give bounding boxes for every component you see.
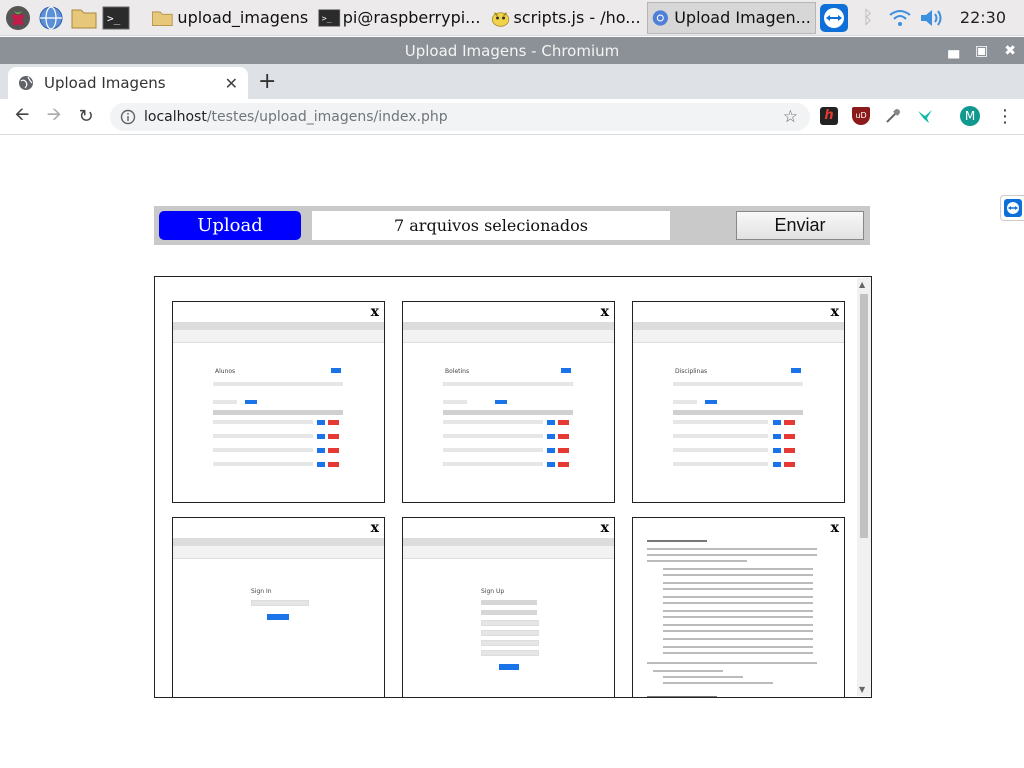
- window-titlebar: Upload Imagens - Chromium ▄ ▣ ✖: [0, 37, 1024, 64]
- file-manager-button[interactable]: [69, 3, 98, 33]
- globe-icon: [19, 76, 33, 90]
- screenshot-toolbar: [173, 546, 384, 559]
- preview-thumbnail: x: [632, 517, 845, 697]
- teamviewer-side-handle[interactable]: [1000, 195, 1024, 221]
- task-label: pi@raspberrypi...: [342, 8, 481, 27]
- screenshot-toolbar: [633, 330, 844, 343]
- task-label: Upload Imagen...: [674, 8, 811, 27]
- url-path: /testes/upload_imagens/index.php: [206, 109, 448, 125]
- screenshot-taskbar: [403, 538, 614, 546]
- gallery-scrollbar[interactable]: ▲ ▼: [857, 278, 871, 696]
- teamviewer-tray-button[interactable]: [816, 1, 852, 35]
- scroll-down-icon[interactable]: ▼: [859, 685, 865, 694]
- screenshot-heading: Sign Up: [481, 588, 505, 595]
- hummingbird-extension-icon[interactable]: [916, 107, 934, 125]
- geany-icon: [492, 11, 510, 27]
- close-window-icon[interactable]: ✖: [1004, 43, 1016, 59]
- remove-image-button[interactable]: x: [601, 520, 609, 536]
- bookmark-star-icon[interactable]: ☆: [783, 107, 798, 127]
- preview-thumbnail: x Sign Up: [402, 517, 615, 697]
- preview-thumbnail: x Sign In: [172, 517, 385, 697]
- screenshot-toolbar: [403, 546, 614, 559]
- task-chromium[interactable]: Upload Imagen...: [646, 1, 816, 34]
- preview-gallery: x Alunos x Boletins x Disciplinas x Sign…: [154, 276, 872, 698]
- preview-thumbnail: x Boletins: [402, 301, 615, 503]
- browser-toolbar: 🡨 🡪 ↻ localhost/testes/upload_imagens/in…: [0, 99, 1024, 135]
- task-geany[interactable]: scripts.js - /ho...: [486, 2, 644, 34]
- raspberry-menu-button[interactable]: [4, 3, 33, 33]
- selected-files-label: 7 arquivos selecionados: [312, 211, 670, 240]
- raspberry-icon: [6, 5, 31, 30]
- url-host: localhost: [144, 109, 207, 125]
- maximize-icon[interactable]: ▣: [975, 43, 988, 59]
- new-tab-button[interactable]: +: [258, 69, 276, 94]
- bluetooth-icon[interactable]: ᛒ: [852, 7, 884, 28]
- screenshot-toolbar: [173, 330, 384, 343]
- document-heading-line: [647, 540, 707, 542]
- screenshot-heading: Alunos: [215, 368, 236, 375]
- taskbar: >_ upload_imagens >_ pi@raspberrypi... s…: [0, 0, 1024, 36]
- reload-button[interactable]: ↻: [70, 106, 102, 127]
- screenshot-heading: Boletins: [445, 368, 470, 375]
- minimize-icon[interactable]: ▄: [948, 43, 959, 59]
- wifi-icon[interactable]: [884, 9, 916, 27]
- forward-button[interactable]: 🡪: [38, 102, 70, 132]
- terminal-launcher-button[interactable]: >_: [102, 3, 131, 33]
- folder-icon: [71, 9, 97, 28]
- send-button[interactable]: Enviar: [736, 211, 864, 240]
- remove-image-button[interactable]: x: [831, 304, 839, 320]
- terminal-icon: >_: [102, 6, 130, 29]
- remove-image-button[interactable]: x: [371, 520, 379, 536]
- browser-launcher-button[interactable]: [37, 3, 66, 33]
- tab-strip: Upload Imagens ✕ +: [0, 64, 1024, 99]
- folder-icon: [151, 11, 173, 26]
- screenshot-taskbar: [173, 322, 384, 330]
- address-bar[interactable]: localhost/testes/upload_imagens/index.ph…: [110, 103, 810, 131]
- eyedropper-icon[interactable]: [884, 107, 902, 125]
- tab-title: Upload Imagens: [44, 74, 166, 92]
- scroll-up-icon[interactable]: ▲: [859, 280, 865, 289]
- task-label: upload_imagens: [177, 8, 309, 27]
- tab-upload-imagens[interactable]: Upload Imagens ✕: [8, 67, 248, 99]
- preview-thumbnail: x Disciplinas: [632, 301, 845, 503]
- system-tray: ᛒ 22:30: [816, 0, 1024, 36]
- ublock-icon[interactable]: uD: [852, 107, 870, 125]
- remove-image-button[interactable]: x: [371, 304, 379, 320]
- task-upload-imagens[interactable]: upload_imagens: [147, 2, 313, 34]
- preview-thumbnail: x Alunos: [172, 301, 385, 503]
- info-icon[interactable]: [120, 109, 136, 125]
- globe-icon: [39, 5, 63, 30]
- remove-image-button[interactable]: x: [601, 304, 609, 320]
- screenshot-taskbar: [403, 322, 614, 330]
- chromium-icon: [652, 9, 668, 26]
- svg-text:>_: >_: [322, 13, 332, 23]
- task-terminal[interactable]: >_ pi@raspberrypi...: [314, 2, 484, 34]
- screenshot-taskbar: [173, 538, 384, 546]
- tab-close-icon[interactable]: ✕: [225, 74, 238, 93]
- clock: 22:30: [959, 8, 1006, 27]
- window-title: Upload Imagens - Chromium: [404, 41, 620, 60]
- upload-form: Upload 7 arquivos selecionados Enviar: [154, 206, 870, 245]
- remove-image-button[interactable]: x: [831, 520, 839, 536]
- profile-avatar[interactable]: M: [960, 106, 980, 126]
- svg-text:>_: >_: [107, 12, 121, 25]
- upload-button[interactable]: Upload: [159, 211, 301, 240]
- teamviewer-icon: [1004, 199, 1022, 217]
- scroll-thumb[interactable]: [860, 294, 868, 538]
- back-button[interactable]: 🡨: [6, 102, 38, 132]
- task-label: scripts.js - /ho...: [513, 8, 641, 27]
- menu-kebab-icon[interactable]: ⋮: [996, 106, 1014, 127]
- screenshot-heading: Disciplinas: [675, 368, 708, 375]
- screenshot-toolbar: [403, 330, 614, 343]
- extension-hacker-icon[interactable]: h: [820, 107, 838, 125]
- terminal-icon: >_: [318, 8, 341, 27]
- teamviewer-icon: [819, 3, 848, 32]
- screenshot-taskbar: [633, 322, 844, 330]
- screenshot-heading: Sign In: [251, 588, 272, 595]
- volume-icon[interactable]: [916, 8, 948, 28]
